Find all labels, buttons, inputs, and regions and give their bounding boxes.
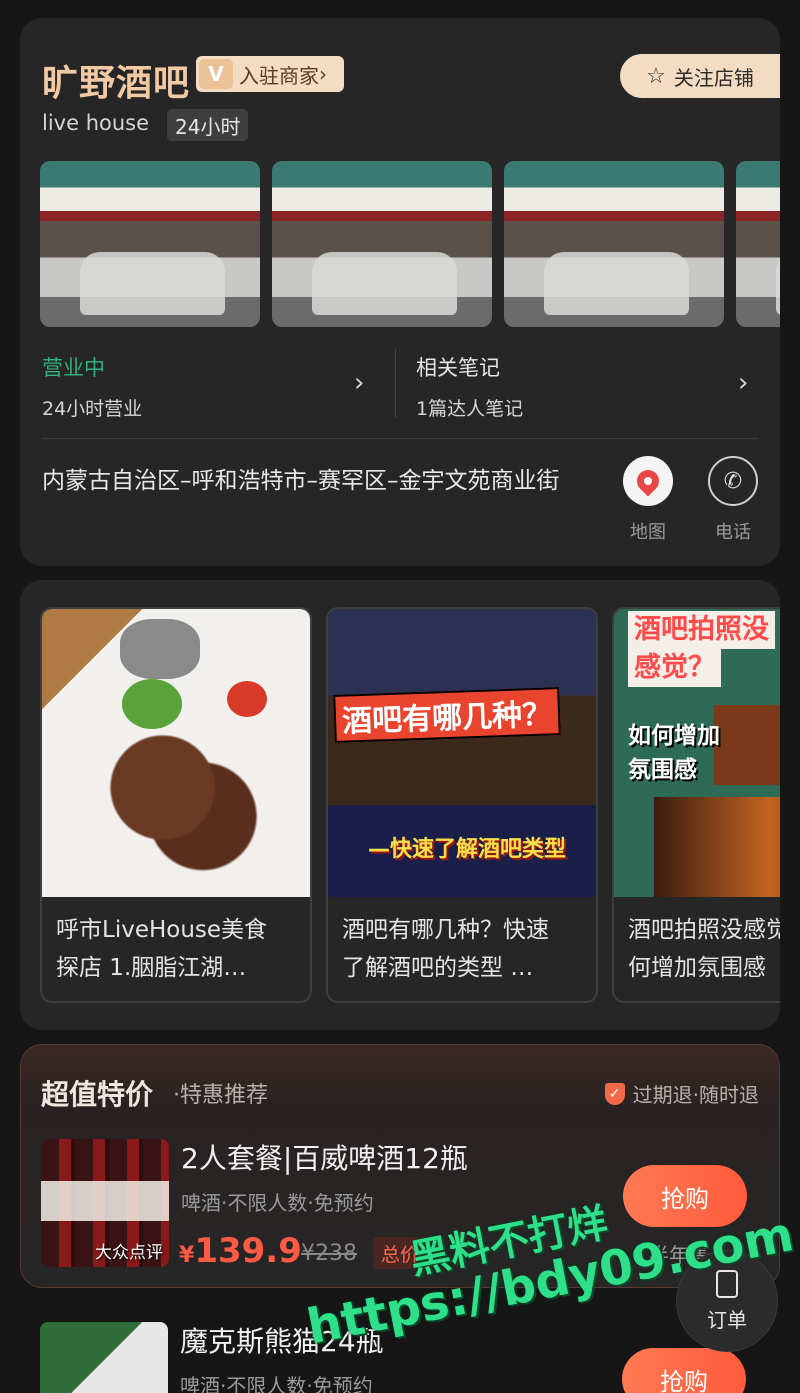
shop-photo[interactable] <box>504 161 724 327</box>
phone-button[interactable]: ✆ <box>708 456 758 506</box>
deal-meta: 啤酒·不限人数·免预约 <box>180 1374 373 1393</box>
divider <box>395 348 396 418</box>
note-title-line: 呼市LiveHouse美食 <box>56 917 268 943</box>
map-button[interactable] <box>623 456 673 506</box>
original-price: ¥238 <box>301 1241 357 1266</box>
hours-tag: 24小时 <box>167 109 249 141</box>
related-notes-count: 1篇达人笔记 <box>416 398 524 420</box>
follow-shop-button[interactable]: ☆ 关注店铺 <box>620 54 780 98</box>
shop-photo[interactable] <box>736 161 780 327</box>
shop-type-tag: live house <box>42 111 150 135</box>
map-pin-icon <box>632 465 664 497</box>
deal-meta: 啤酒·不限人数·免预约 <box>181 1191 374 1215</box>
note-image-caption: 感觉？ <box>628 649 721 687</box>
deal-name[interactable]: 2人套餐|百威啤酒12瓶 <box>181 1137 468 1177</box>
notes-card: 呼市LiveHouse美食 探店 1.胭脂江湖… 酒吧有哪几种？ —快速了解酒吧… <box>20 580 780 1030</box>
note-image-caption: 酒吧拍照没 <box>628 611 775 649</box>
follow-shop-label: 关注店铺 <box>673 65 754 90</box>
shop-card: 旷野酒吧 V 入驻商家 › ☆ 关注店铺 live house 24小时 营业中… <box>20 18 780 566</box>
deals-title: 超值特价 <box>41 1078 154 1111</box>
sauce-bowl <box>120 619 200 679</box>
chevron-right-icon: › <box>354 368 365 398</box>
merchant-badge[interactable]: V 入驻商家 › <box>196 56 344 92</box>
note-item[interactable]: 呼市LiveHouse美食 探店 1.胭脂江湖… <box>40 607 312 1003</box>
note-title: 呼市LiveHouse美食 探店 1.胭脂江湖… <box>56 911 306 987</box>
phone-label: 电话 <box>715 522 751 543</box>
note-image-subcaption: —快速了解酒吧类型 <box>368 837 567 862</box>
tomato <box>227 681 267 717</box>
deal-price: ¥139.9 <box>179 1231 302 1271</box>
deal-thumbnail[interactable] <box>40 1322 168 1393</box>
note-title: 酒吧有哪几种？快速 了解酒吧的类型 … <box>342 911 592 987</box>
bottle-label <box>41 1181 169 1221</box>
note-title-line: 酒吧有哪几种？快速 <box>342 917 549 943</box>
note-image: 酒吧有哪几种？ —快速了解酒吧类型 <box>328 609 596 897</box>
note-title: 酒吧拍照没感觉？如 何增加氛围感 <box>628 911 780 987</box>
related-notes-title: 相关笔记 <box>416 356 500 380</box>
note-title-line: 酒吧拍照没感觉？如 <box>628 917 780 943</box>
chevron-right-icon: › <box>738 368 749 398</box>
bar-photo <box>654 797 780 897</box>
verified-icon: V <box>199 59 233 89</box>
note-image: 酒吧拍照没 感觉？ 如何增加氛围感 <box>614 609 780 897</box>
shop-photo[interactable] <box>272 161 492 327</box>
order-label: 订单 <box>707 1307 747 1332</box>
divider <box>42 438 758 439</box>
shop-address[interactable]: 内蒙古自治区–呼和浩特市–赛罕区–金宇文苑商业街 <box>42 462 602 500</box>
currency-symbol: ¥ <box>179 1243 195 1268</box>
deals-subtitle: ·特惠推荐 <box>173 1083 268 1108</box>
note-image-subcaption: 如何增加氛围感 <box>628 723 720 783</box>
merchant-badge-label: 入驻商家 <box>239 63 319 88</box>
refund-guarantee: ✓ 过期退·随时退 <box>604 1079 759 1108</box>
shield-icon: ✓ <box>604 1082 625 1105</box>
refund-guarantee-text: 过期退·随时退 <box>632 1083 759 1107</box>
note-title-line: 了解酒吧的类型 … <box>342 955 534 981</box>
note-title-line: 何增加氛围感 <box>628 955 766 981</box>
deal-thumbnail[interactable]: 大众点评 <box>41 1139 169 1267</box>
note-item[interactable]: 酒吧拍照没 感觉？ 如何增加氛围感 酒吧拍照没感觉？如 何增加氛围感 <box>612 607 780 1003</box>
note-image-caption: 酒吧有哪几种？ <box>333 687 561 743</box>
shop-photo-strip[interactable] <box>40 161 780 327</box>
shop-name: 旷野酒吧 <box>42 63 191 104</box>
note-title-line: 探店 1.胭脂江湖… <box>56 955 247 981</box>
image-watermark: 大众点评 <box>95 1243 163 1263</box>
price-value: 139.9 <box>194 1231 302 1271</box>
buy-button[interactable]: 抢购 <box>622 1348 746 1393</box>
phone-icon: ✆ <box>723 468 743 494</box>
star-icon: ☆ <box>646 63 666 89</box>
chevron-right-icon: › <box>319 62 327 86</box>
map-label: 地图 <box>630 522 666 543</box>
shop-photo[interactable] <box>40 161 260 327</box>
broccoli <box>122 679 182 729</box>
note-item[interactable]: 酒吧有哪几种？ —快速了解酒吧类型 酒吧有哪几种？快速 了解酒吧的类型 … <box>326 607 598 1003</box>
business-hours: 24小时营业 <box>42 398 143 420</box>
open-status: 营业中 <box>42 356 105 380</box>
note-image <box>42 609 310 897</box>
